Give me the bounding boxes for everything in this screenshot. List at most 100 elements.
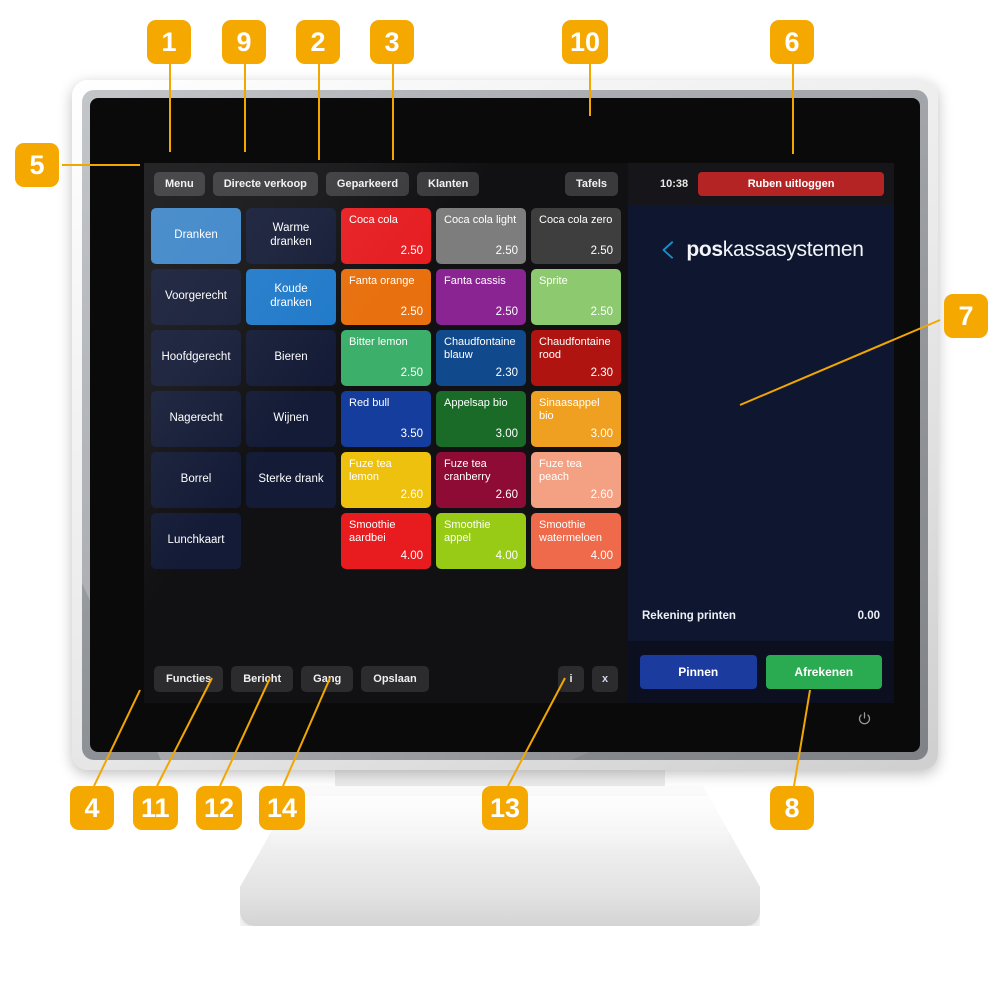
print-receipt-label: Rekening printen — [642, 610, 736, 622]
order-panel: 10:38 Ruben uitloggen poskassasystemen R… — [628, 163, 894, 703]
callout-leader-2 — [318, 64, 320, 160]
category-tile-voorgerecht[interactable]: Voorgerecht — [151, 269, 241, 325]
pay-pin-button[interactable]: Pinnen — [640, 655, 757, 689]
product-tile-name: Chaudfontaine blauw — [444, 336, 516, 361]
top-toolbar: Menu Directe verkoop Geparkeerd Klanten … — [144, 163, 628, 205]
product-tile-chaudfontaine-blauw[interactable]: Chaudfontaine blauw 2.30 — [436, 330, 526, 386]
bottom-button-functies[interactable]: Functies — [154, 666, 224, 692]
bottom-toolbar: Functies Bericht Gang Opslaan i x — [144, 655, 628, 703]
bottom-button-bericht[interactable]: Bericht — [231, 666, 294, 692]
product-tile-price: 2.60 — [400, 489, 423, 502]
category-tile-label: Nagerecht — [169, 412, 223, 425]
product-tile-price: 2.50 — [400, 306, 423, 319]
category-tile-warme-dranken[interactable]: Warme dranken — [246, 208, 336, 264]
bottom-button-opslaan[interactable]: Opslaan — [361, 666, 429, 692]
toolbar-button-geparkeerd[interactable]: Geparkeerd — [325, 172, 410, 196]
category-tile-dranken[interactable]: Dranken — [151, 208, 241, 264]
power-icon[interactable] — [856, 710, 872, 726]
product-tile-coca-cola-zero[interactable]: Coca cola zero 2.50 — [531, 208, 621, 264]
pos-terminal: Menu Directe verkoop Geparkeerd Klanten … — [72, 80, 938, 770]
callout-leader-10 — [589, 64, 591, 116]
callout-badge-9: 9 — [222, 20, 266, 64]
product-tile-smoothie-appel[interactable]: Smoothie appel 4.00 — [436, 513, 526, 569]
product-tile-coca-cola-light[interactable]: Coca cola light 2.50 — [436, 208, 526, 264]
brand-logo-rest: kassasystemen — [722, 238, 864, 261]
product-tile-fanta-orange[interactable]: Fanta orange 2.50 — [341, 269, 431, 325]
product-tile-fuze-tea-peach[interactable]: Fuze tea peach 2.60 — [531, 452, 621, 508]
product-tile-bitter-lemon[interactable]: Bitter lemon 2.50 — [341, 330, 431, 386]
product-tile-sinaasappel-bio[interactable]: Sinaasappel bio 3.00 — [531, 391, 621, 447]
product-tile-name: Fanta orange — [349, 275, 415, 287]
product-tile-price: 2.50 — [495, 306, 518, 319]
product-tile-fanta-cassis[interactable]: Fanta cassis 2.50 — [436, 269, 526, 325]
info-button[interactable]: i — [558, 666, 584, 692]
category-tile-koude-dranken[interactable]: Koude dranken — [246, 269, 336, 325]
monitor-inner-frame: Menu Directe verkoop Geparkeerd Klanten … — [90, 98, 920, 752]
pos-main-area: Menu Directe verkoop Geparkeerd Klanten … — [144, 163, 628, 703]
diamond-chevron-icon — [658, 239, 680, 261]
product-tile-name: Chaudfontaine rood — [539, 336, 611, 361]
callout-badge-5: 5 — [15, 143, 59, 187]
product-tile-price: 4.00 — [590, 550, 613, 563]
logout-button[interactable]: Ruben uitloggen — [698, 172, 884, 196]
order-panel-header: 10:38 Ruben uitloggen — [628, 163, 894, 205]
category-tile-bieren[interactable]: Bieren — [246, 330, 336, 386]
product-tile-price: 3.00 — [590, 428, 613, 441]
pay-checkout-button[interactable]: Afrekenen — [765, 655, 882, 689]
product-tile-appelsap-bio[interactable]: Appelsap bio 3.00 — [436, 391, 526, 447]
category-tile-borrel[interactable]: Borrel — [151, 452, 241, 508]
callout-badge-6: 6 — [770, 20, 814, 64]
category-tile-nagerecht[interactable]: Nagerecht — [151, 391, 241, 447]
product-tile-price: 2.60 — [495, 489, 518, 502]
product-tile-name: Sinaasappel bio — [539, 397, 600, 422]
product-tile-price: 3.50 — [400, 428, 423, 441]
toolbar-button-directe-verkoop[interactable]: Directe verkoop — [212, 172, 318, 196]
callout-badge-2: 2 — [296, 20, 340, 64]
product-tile-name: Coca cola zero — [539, 214, 613, 226]
category-tile-label: Voorgerecht — [164, 290, 227, 303]
product-tile-fuze-tea-lemon[interactable]: Fuze tea lemon 2.60 — [341, 452, 431, 508]
category-tile-label: Bieren — [274, 351, 308, 364]
category-tile-label: Warme dranken — [270, 222, 312, 248]
product-tile-smoothie-aardbei[interactable]: Smoothie aardbei 4.00 — [341, 513, 431, 569]
product-tile-red-bull[interactable]: Red bull 3.50 — [341, 391, 431, 447]
product-tile-chaudfontaine-rood[interactable]: Chaudfontaine rood 2.30 — [531, 330, 621, 386]
callout-badge-11: 11 — [133, 786, 178, 830]
empty-tile — [246, 513, 336, 569]
product-tile-sprite[interactable]: Sprite 2.50 — [531, 269, 621, 325]
product-tile-name: Coca cola — [349, 214, 398, 226]
product-tile-name: Red bull — [349, 397, 390, 409]
callout-badge-8: 8 — [770, 786, 814, 830]
product-tile-price: 2.50 — [590, 245, 613, 258]
callout-badge-10: 10 — [562, 20, 609, 64]
close-button[interactable]: x — [592, 666, 618, 692]
product-tile-name: Smoothie aardbei — [349, 519, 396, 544]
category-tile-sterke-drank[interactable]: Sterke drank — [246, 452, 336, 508]
product-tile-price: 4.00 — [495, 550, 518, 563]
toolbar-button-klanten[interactable]: Klanten — [417, 172, 480, 196]
product-tile-coca-cola[interactable]: Coca cola 2.50 — [341, 208, 431, 264]
payment-buttons: Pinnen Afrekenen — [628, 641, 894, 703]
callout-badge-4: 4 — [70, 786, 114, 830]
category-tile-label: Borrel — [180, 473, 212, 486]
callout-leader-3 — [392, 64, 394, 160]
order-lines-list[interactable] — [628, 295, 894, 591]
product-tile-name: Coca cola light — [444, 214, 517, 226]
category-tile-label: Dranken — [174, 229, 218, 242]
bottom-button-gang[interactable]: Gang — [301, 666, 354, 692]
product-tile-smoothie-watermeloen[interactable]: Smoothie watermeloen 4.00 — [531, 513, 621, 569]
toolbar-button-menu[interactable]: Menu — [154, 172, 205, 196]
category-tile-label: Hoofdgerecht — [161, 351, 231, 364]
product-tile-price: 2.50 — [590, 306, 613, 319]
order-total-row[interactable]: Rekening printen 0.00 — [628, 591, 894, 641]
category-tile-wijnen[interactable]: Wijnen — [246, 391, 336, 447]
category-tile-hoofdgerecht[interactable]: Hoofdgerecht — [151, 330, 241, 386]
category-tile-lunchkaart[interactable]: Lunchkaart — [151, 513, 241, 569]
product-tile-name: Appelsap bio — [444, 397, 508, 409]
product-grid-area: Dranken Warme dranken Coca cola 2.50 Coca co… — [144, 205, 628, 655]
toolbar-button-tafels[interactable]: Tafels — [565, 172, 618, 196]
order-total-amount: 0.00 — [857, 610, 880, 622]
product-tile-price: 2.60 — [590, 489, 613, 502]
product-grid: Dranken Warme dranken Coca cola 2.50 Coca co… — [151, 208, 621, 569]
product-tile-fuze-tea-cranberry[interactable]: Fuze tea cranberry 2.60 — [436, 452, 526, 508]
